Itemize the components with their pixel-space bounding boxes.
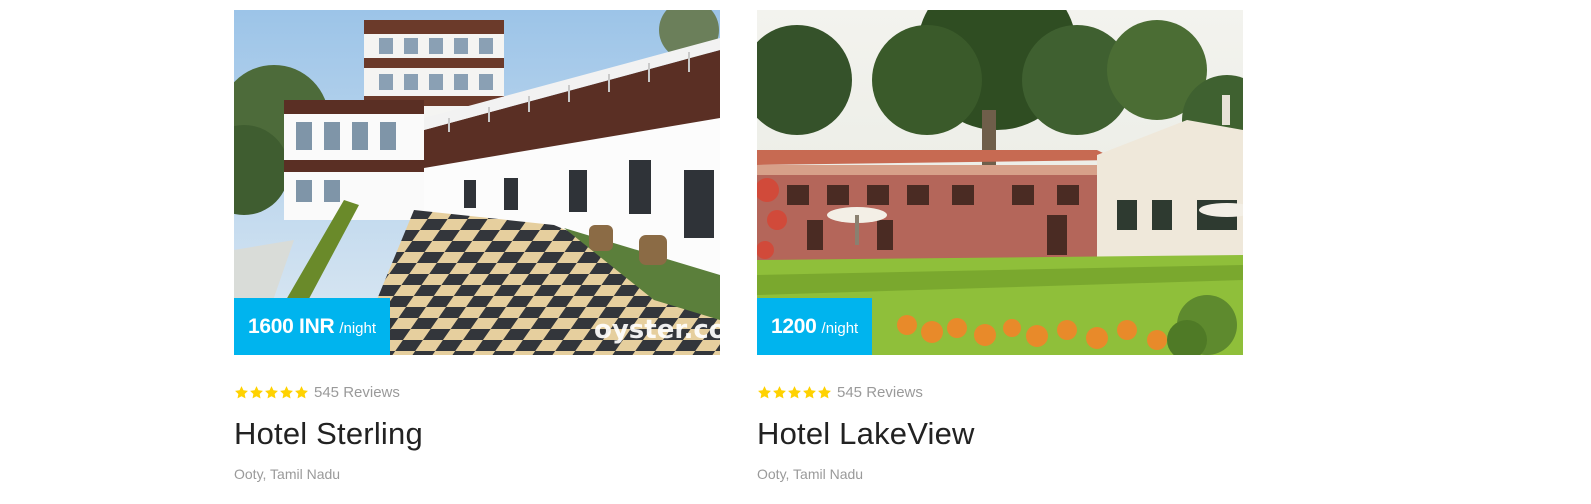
price-badge: 1200 /night — [757, 298, 873, 355]
review-count[interactable]: 545 Reviews — [314, 384, 400, 401]
star-rating — [234, 385, 309, 400]
star-icon — [280, 385, 293, 398]
star-rating — [757, 385, 832, 400]
hotel-name[interactable]: Hotel LakeView — [757, 414, 1243, 454]
price-unit: /night — [339, 320, 377, 337]
price-unit: /night — [821, 320, 859, 337]
rating-row: 545 Reviews — [234, 382, 720, 402]
star-icon — [235, 385, 248, 398]
price-badge: 1600 INR /night — [234, 298, 391, 355]
star-icon — [295, 385, 308, 398]
star-icon — [803, 385, 816, 398]
hotel-location: Ooty, Tamil Nadu — [234, 466, 341, 482]
hotel-card[interactable]: 1200 /night 545 Reviews Hotel LakeView O… — [757, 10, 1243, 482]
star-icon — [788, 385, 801, 398]
hotel-photo[interactable]: 1200 /night — [757, 10, 1243, 355]
watermark-text: oyster.com — [594, 315, 720, 345]
star-icon — [758, 385, 771, 398]
star-icon — [250, 385, 263, 398]
hotel-card-list: oyster.com 1600 INR /night 545 Reviews H… — [0, 0, 1591, 504]
hotel-card[interactable]: oyster.com 1600 INR /night 545 Reviews H… — [234, 10, 720, 482]
star-icon — [818, 385, 831, 398]
price-amount: 1600 INR — [248, 314, 335, 338]
hotel-name[interactable]: Hotel Sterling — [234, 414, 720, 454]
price-amount: 1200 — [771, 314, 817, 338]
hotel-photo[interactable]: oyster.com 1600 INR /night — [234, 10, 720, 355]
rating-row: 545 Reviews — [757, 382, 1243, 402]
star-icon — [265, 385, 278, 398]
hotel-location: Ooty, Tamil Nadu — [757, 466, 864, 482]
star-icon — [773, 385, 786, 398]
review-count[interactable]: 545 Reviews — [837, 384, 923, 401]
